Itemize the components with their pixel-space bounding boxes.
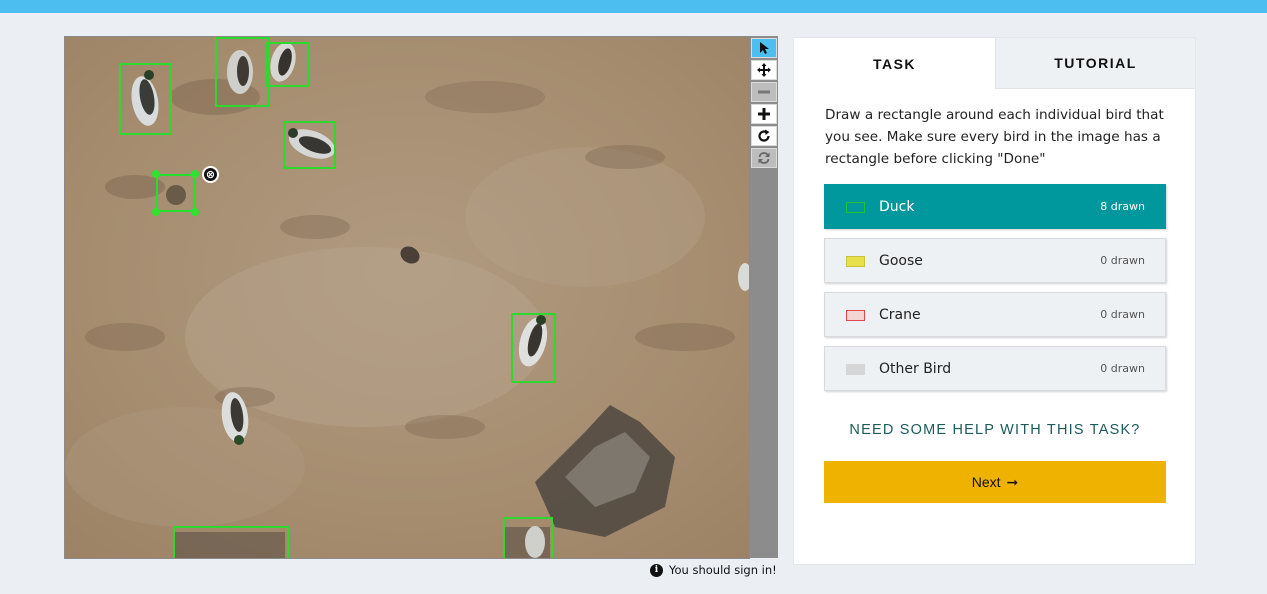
tab-tutorial[interactable]: TUTORIAL [995, 38, 1195, 89]
answer-goose[interactable]: Goose 0 drawn [824, 238, 1166, 283]
next-button[interactable]: Next ➞ [824, 461, 1166, 503]
answer-count: 0 drawn [1100, 308, 1145, 321]
tab-task[interactable]: TASK [794, 38, 995, 89]
duck-rectangle[interactable] [265, 42, 310, 87]
task-instruction: Draw a rectangle around each individual … [825, 107, 1164, 167]
duck-rectangle[interactable] [283, 121, 336, 169]
duck-rectangle[interactable] [215, 37, 270, 107]
duck-rectangle[interactable] [511, 313, 556, 383]
task-panel: TASK TUTORIAL Draw a rectangle around ea… [793, 37, 1196, 565]
duck-rectangle-selected[interactable] [156, 174, 195, 212]
duck-color-swatch [846, 202, 865, 213]
crane-color-swatch [846, 310, 865, 321]
next-button-label: Next [971, 474, 1001, 490]
zoom-out-button[interactable] [751, 82, 777, 102]
arrow-right-icon: ➞ [1006, 473, 1019, 490]
answer-label: Goose [879, 252, 923, 269]
zoom-in-icon [758, 108, 770, 120]
duck-rectangle[interactable] [173, 526, 289, 558]
task-tabs: TASK TUTORIAL [794, 38, 1195, 89]
answer-duck[interactable]: Duck 8 drawn [824, 184, 1166, 229]
signin-notice-text: You should sign in! [669, 563, 777, 577]
answer-label: Crane [879, 306, 921, 323]
resize-handle[interactable] [191, 170, 199, 178]
pointer-tool-button[interactable] [751, 38, 777, 58]
answer-count: 0 drawn [1100, 254, 1145, 267]
pointer-icon [760, 42, 769, 54]
subject-image-viewer[interactable]: ⊗ [64, 36, 750, 559]
answer-label: Other Bird [879, 360, 952, 377]
help-link[interactable]: NEED SOME HELP WITH THIS TASK? [824, 422, 1166, 438]
zoom-in-button[interactable] [751, 104, 777, 124]
reset-button[interactable] [751, 148, 777, 168]
reset-icon [758, 152, 770, 164]
viewer-toolbar [750, 36, 778, 558]
zoom-out-icon [758, 90, 770, 94]
rotate-icon [758, 129, 770, 142]
duck-rectangle[interactable] [503, 517, 553, 558]
answer-other-bird[interactable]: Other Bird 0 drawn [824, 346, 1166, 391]
info-icon: i [650, 563, 663, 577]
answer-label: Duck [879, 198, 915, 215]
resize-handle[interactable] [191, 208, 199, 216]
resize-handle[interactable] [152, 170, 160, 178]
goose-color-swatch [846, 256, 865, 267]
duck-rectangle[interactable] [119, 63, 172, 135]
other-bird-color-swatch [846, 364, 865, 375]
signin-notice: i You should sign in! [650, 563, 777, 577]
delete-mark-icon[interactable]: ⊗ [202, 166, 219, 183]
resize-handle[interactable] [152, 208, 160, 216]
answer-count: 0 drawn [1100, 362, 1145, 375]
answer-crane[interactable]: Crane 0 drawn [824, 292, 1166, 337]
move-tool-button[interactable] [751, 60, 777, 80]
rotate-button[interactable] [751, 126, 777, 146]
top-bar [0, 0, 1267, 13]
move-icon [757, 63, 771, 77]
answer-count: 8 drawn [1100, 200, 1145, 213]
